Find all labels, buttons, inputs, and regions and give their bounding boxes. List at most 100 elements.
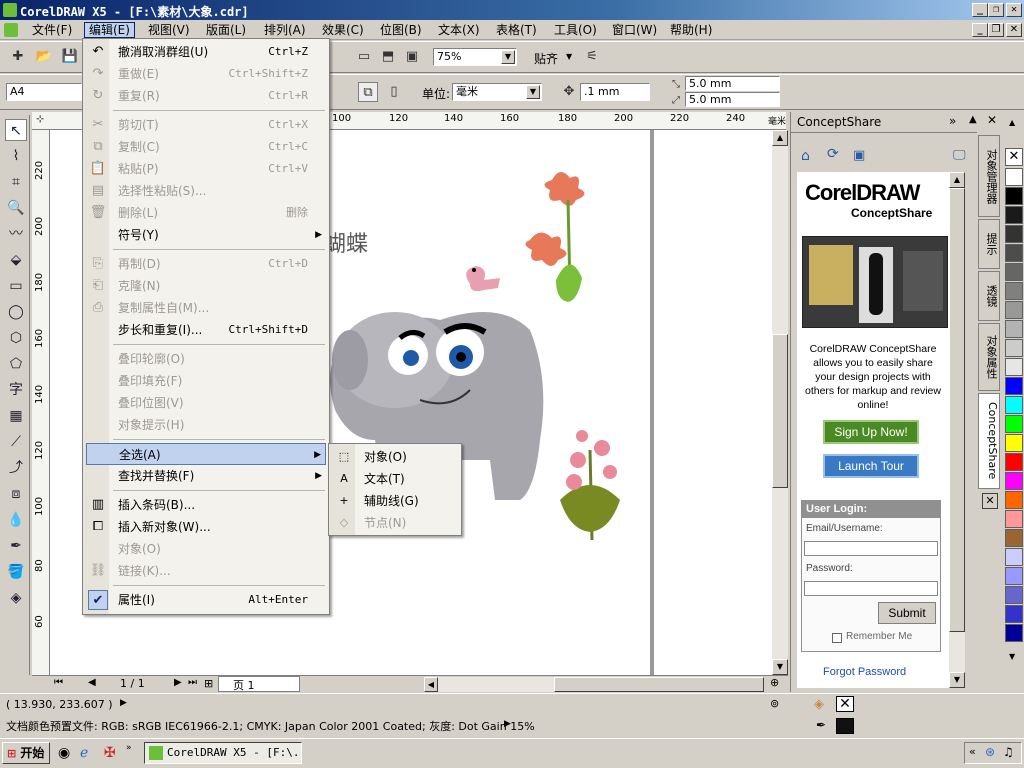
quicklaunch-more-icon[interactable]: » [126, 743, 132, 753]
menu-table[interactable]: 表格(T) [492, 22, 541, 38]
options-icon[interactable]: ⚟ [582, 47, 602, 67]
doc-restore-icon[interactable]: ❐ [988, 23, 1004, 37]
import-icon[interactable]: ⬒ [378, 47, 398, 67]
chrome-icon[interactable]: ◉ [58, 745, 70, 761]
home-icon[interactable]: ⌂ [801, 148, 810, 164]
docker-scroll-thumb[interactable] [949, 188, 965, 632]
color-swatch[interactable] [1005, 453, 1023, 471]
color-swatch[interactable] [1005, 396, 1023, 414]
start-button[interactable]: ⊞ 开始 [2, 742, 50, 764]
edit-menu-item[interactable]: 步长和重复(I)... Ctrl+Shift+D [86, 319, 326, 341]
palette-down-icon[interactable]: ▼ [1009, 652, 1015, 661]
color-swatch[interactable] [1005, 339, 1023, 357]
navigator-icon[interactable]: ⊕ [770, 676, 779, 689]
outline-status-icon[interactable]: ✒ [816, 718, 826, 732]
tab-conceptshare[interactable]: ConceptShare [978, 393, 1000, 489]
color-swatch[interactable] [1005, 472, 1023, 490]
browser-icon[interactable]: ℯ [80, 745, 88, 761]
color-swatch[interactable] [1005, 282, 1023, 300]
color-swatch[interactable] [1005, 491, 1023, 509]
color-swatch[interactable] [1005, 301, 1023, 319]
page-size-select[interactable]: A4 [6, 83, 82, 101]
ellipse-tool-icon[interactable]: ◯ [5, 301, 27, 323]
select-all-item[interactable]: ⬚ 对象(O) [332, 446, 458, 468]
tab-hints[interactable]: 提示 [978, 219, 1000, 269]
outline-swatch[interactable] [836, 718, 854, 734]
close-icon[interactable]: ✕ [982, 493, 998, 509]
menu-help[interactable]: 帮助(H) [666, 22, 716, 38]
color-swatch[interactable] [1005, 225, 1023, 243]
shape-tool-icon[interactable]: ⌇ [5, 145, 27, 167]
duplicate-x-input[interactable]: 5.0 mm [685, 76, 780, 91]
rectangle-tool-icon[interactable]: ▭ [5, 275, 27, 297]
profile-arrow-icon[interactable]: ▶ [504, 719, 511, 729]
doc-close-icon[interactable]: ✕ [1006, 23, 1022, 37]
sign-up-button[interactable]: Sign Up Now! [823, 420, 919, 444]
scroll-thumb[interactable] [772, 334, 788, 488]
edit-menu-item[interactable]: ↶ 撤消取消群组(U) Ctrl+Z [86, 41, 326, 63]
menu-view[interactable]: 视图(V) [144, 22, 194, 38]
ruler-origin-icon[interactable]: ⊹ [36, 114, 44, 125]
landscape-icon[interactable]: ⧉ [358, 82, 378, 102]
eyedropper-icon[interactable]: 💧 [5, 509, 27, 531]
edit-menu-item[interactable]: 查找并替换(F) ▶ [86, 465, 326, 487]
outline-pen-icon[interactable]: ✒ [5, 535, 27, 557]
blend-tool-icon[interactable]: ⧈ [5, 483, 27, 505]
menu-layout[interactable]: 版面(L) [202, 22, 250, 38]
color-swatch[interactable] [1005, 187, 1023, 205]
dimension-tool-icon[interactable]: ⟋ [5, 431, 27, 453]
pick-tool-icon[interactable]: ↖ [5, 119, 27, 141]
unit-select[interactable]: 毫米 ▼ [452, 83, 542, 101]
edit-menu-item[interactable]: 全选(A) ▶ [86, 443, 326, 465]
tab-lens[interactable]: 透镜 [978, 271, 1000, 321]
chevron-down-icon[interactable]: ▼ [501, 50, 515, 64]
vertical-scrollbar[interactable]: ▲ ▼ [772, 130, 788, 675]
export-icon[interactable]: ▭ [354, 47, 374, 67]
edit-menu-item[interactable]: ✔ 属性(I) Alt+Enter [86, 589, 326, 611]
basic-shapes-icon[interactable]: ⬠ [5, 353, 27, 375]
zoom-tool-icon[interactable]: 🔍 [5, 197, 27, 219]
color-swatch[interactable] [1005, 358, 1023, 376]
duplicate-y-input[interactable]: 5.0 mm [685, 92, 780, 107]
edit-menu-item[interactable]: ▥ 插入条码(B)... [86, 494, 326, 516]
coords-arrow-icon[interactable]: ▶ [120, 698, 127, 708]
color-swatch[interactable] [1005, 263, 1023, 281]
text-tool-icon[interactable]: 字 [5, 379, 27, 401]
menu-tools[interactable]: 工具(O) [550, 22, 601, 38]
color-swatch[interactable] [1005, 206, 1023, 224]
prev-page-icon[interactable]: ◀ [88, 677, 96, 688]
scroll-down-icon[interactable]: ▼ [772, 659, 788, 675]
color-swatch[interactable] [1005, 548, 1023, 566]
color-swatch[interactable] [1005, 434, 1023, 452]
refresh-icon[interactable]: ⟳ [827, 146, 839, 162]
chevron-down-icon[interactable]: ▼ [526, 85, 540, 99]
tray-expand-icon[interactable]: « [969, 745, 976, 758]
tab-object-manager[interactable]: 对象管理器 [978, 135, 1000, 217]
color-swatch[interactable] [1005, 605, 1023, 623]
menu-bitmaps[interactable]: 位图(B) [376, 22, 426, 38]
edit-menu-item[interactable]: 符号(Y) ▶ [86, 224, 326, 246]
close-icon[interactable]: ✕ [1006, 3, 1022, 17]
scroll-down-icon[interactable]: ▼ [949, 672, 965, 688]
page-tab[interactable]: 页 1 [218, 676, 300, 692]
first-page-icon[interactable]: ⏮ [54, 677, 63, 688]
submit-button[interactable]: Submit [878, 602, 936, 624]
polygon-tool-icon[interactable]: ⬡ [5, 327, 27, 349]
maximize-icon[interactable]: ❐ [988, 3, 1004, 17]
portrait-icon[interactable]: ▯ [384, 82, 404, 102]
zoom-level[interactable]: 75% ▼ [433, 48, 517, 66]
horizontal-scrollbar[interactable]: ◀ [424, 677, 764, 692]
no-color-swatch[interactable]: ✕ [1005, 148, 1023, 166]
color-swatch[interactable] [1005, 567, 1023, 585]
scroll-up-icon[interactable]: ▲ [772, 130, 788, 146]
freehand-tool-icon[interactable]: 〰 [5, 223, 27, 245]
add-page-icon[interactable]: ⊞ [204, 677, 213, 690]
crop-tool-icon[interactable]: ⌗ [5, 171, 27, 193]
network-icon[interactable]: ⊛ [985, 745, 995, 759]
table-tool-icon[interactable]: ▦ [5, 405, 27, 427]
menu-effects[interactable]: 效果(C) [318, 22, 368, 38]
forgot-password-link[interactable]: Forgot Password [823, 666, 906, 678]
menu-window[interactable]: 窗口(W) [608, 22, 661, 38]
doc-minimize-icon[interactable]: _ [972, 23, 988, 37]
menu-text[interactable]: 文本(X) [434, 22, 484, 38]
